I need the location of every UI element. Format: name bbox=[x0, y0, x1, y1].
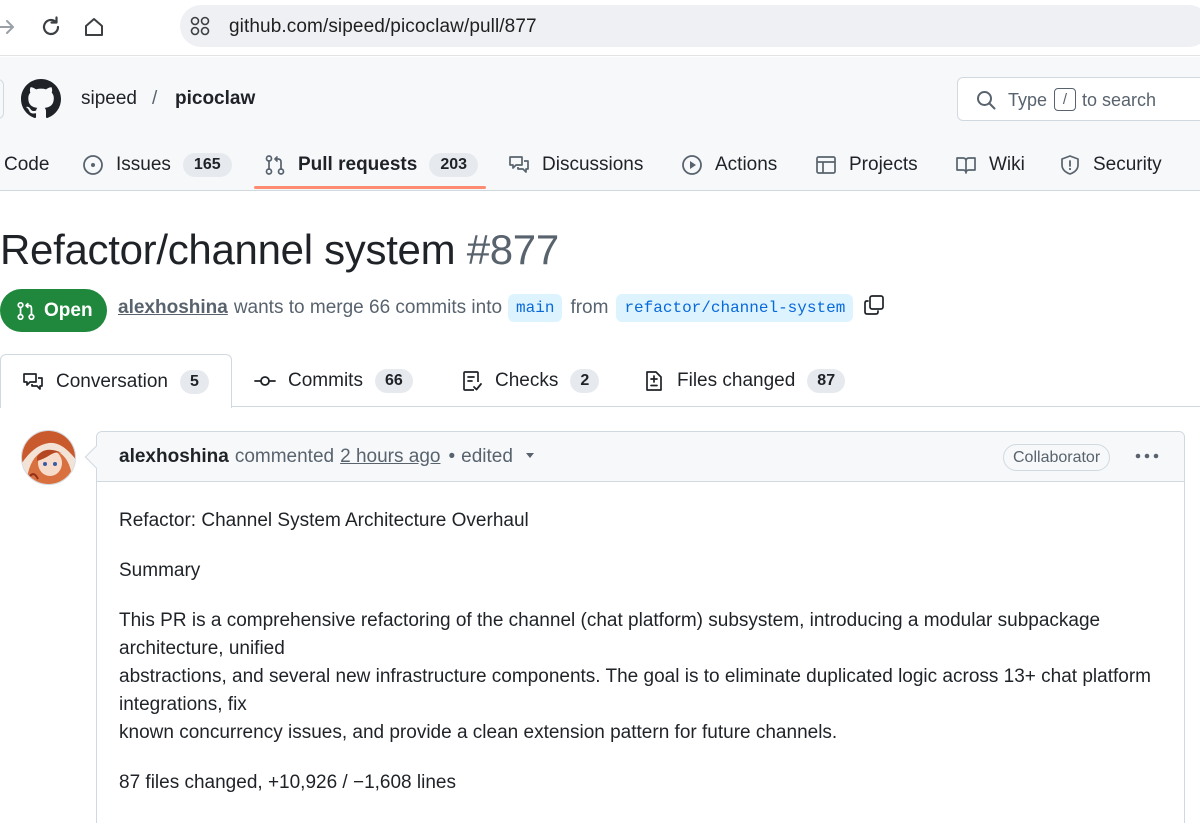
shield-icon bbox=[1059, 154, 1081, 176]
pull-request-icon bbox=[264, 154, 286, 176]
tab-discussions[interactable]: Discussions bbox=[508, 147, 643, 183]
search-icon bbox=[977, 91, 996, 110]
tab-label: Issues bbox=[116, 154, 171, 175]
book-icon bbox=[955, 154, 977, 176]
comment-discussion-icon bbox=[22, 371, 44, 393]
breadcrumb-repo[interactable]: picoclaw bbox=[175, 88, 255, 110]
tab-wiki[interactable]: Wiki bbox=[955, 147, 1025, 183]
comment-body: Refactor: Channel System Architecture Ov… bbox=[119, 507, 1159, 819]
tab-count: 5 bbox=[179, 369, 209, 394]
head-branch[interactable]: refactor/channel-system bbox=[616, 294, 854, 322]
tab-label: Commits bbox=[288, 369, 363, 391]
tab-count: 165 bbox=[182, 153, 232, 177]
tab-issues[interactable]: Issues 165 bbox=[82, 147, 232, 183]
tab-count: 87 bbox=[807, 368, 846, 393]
tab-label: Actions bbox=[715, 154, 778, 175]
repo-header: sipeed / picoclaw Type / to search Code … bbox=[0, 57, 1200, 191]
breadcrumb-separator: / bbox=[152, 88, 158, 109]
tab-label: Checks bbox=[495, 369, 559, 391]
kebab-menu-icon[interactable] bbox=[1133, 442, 1161, 470]
discussion-icon bbox=[508, 154, 530, 176]
tab-projects[interactable]: Projects bbox=[815, 147, 918, 183]
site-info-icon[interactable] bbox=[190, 16, 210, 36]
pr-meta: alexhoshina wants to merge 66 commits in… bbox=[118, 292, 885, 324]
pr-summary-text: wants to merge 66 commits into bbox=[233, 297, 503, 318]
forward-icon[interactable] bbox=[0, 13, 20, 41]
comment-paragraph: This PR is a comprehensive refactoring o… bbox=[119, 610, 1152, 743]
tab-label: Security bbox=[1093, 154, 1162, 175]
menu-button[interactable] bbox=[0, 79, 4, 119]
pr-number: #877 bbox=[466, 226, 560, 273]
commit-icon bbox=[254, 370, 276, 392]
play-icon bbox=[681, 154, 703, 176]
comment-action: commented bbox=[234, 446, 335, 467]
comment-stats: 87 files changed, +10,926 / −1,608 lines bbox=[119, 772, 456, 793]
pr-author-link[interactable]: alexhoshina bbox=[118, 297, 228, 319]
tab-label: Pull requests bbox=[298, 154, 418, 175]
issue-icon bbox=[82, 154, 104, 176]
tab-label: Files changed bbox=[677, 369, 796, 391]
comment-author[interactable]: alexhoshina bbox=[119, 446, 229, 468]
address-bar[interactable]: github.com/sipeed/picoclaw/pull/877 bbox=[180, 5, 1200, 47]
comment-caret bbox=[84, 445, 108, 469]
role-badge: Collaborator bbox=[1003, 444, 1111, 471]
browser-toolbar: github.com/sipeed/picoclaw/pull/877 bbox=[0, 0, 1200, 56]
tab-label: Conversation bbox=[56, 370, 168, 392]
comment-subheading: Summary bbox=[119, 560, 201, 581]
tab-label: Code bbox=[4, 154, 50, 175]
tab-code[interactable]: Code bbox=[4, 147, 49, 183]
tab-security[interactable]: Security bbox=[1059, 147, 1162, 183]
reload-icon[interactable] bbox=[37, 13, 65, 41]
pr-title-text: Refactor/channel system bbox=[0, 226, 456, 273]
github-logo-icon[interactable] bbox=[21, 79, 61, 119]
edited-label[interactable]: edited bbox=[461, 446, 513, 468]
copy-icon[interactable] bbox=[863, 294, 885, 322]
tab-actions[interactable]: Actions bbox=[681, 147, 777, 183]
home-icon[interactable] bbox=[80, 13, 108, 41]
chevron-down-icon[interactable] bbox=[523, 446, 537, 468]
comment-card: alexhoshina commented 2 hours ago • edit… bbox=[84, 431, 1185, 823]
search-placeholder-suffix: to search bbox=[1082, 90, 1157, 110]
search-input[interactable]: Type / to search bbox=[957, 77, 1200, 121]
breadcrumb-owner[interactable]: sipeed bbox=[81, 88, 137, 110]
search-shortcut-key: / bbox=[1054, 88, 1076, 111]
separator-dot: • bbox=[448, 446, 456, 467]
from-text: from bbox=[570, 297, 609, 318]
tab-count: 2 bbox=[570, 368, 600, 393]
status-badge: Open bbox=[0, 289, 107, 332]
page-title: Refactor/channel system #877 bbox=[0, 226, 559, 274]
avatar[interactable] bbox=[21, 430, 76, 485]
comment-timestamp[interactable]: 2 hours ago bbox=[340, 446, 440, 468]
tab-label: Projects bbox=[849, 154, 918, 175]
tab-label: Wiki bbox=[989, 154, 1025, 175]
table-icon bbox=[815, 154, 837, 176]
tab-label: Discussions bbox=[542, 154, 644, 175]
checklist-icon bbox=[461, 370, 483, 392]
address-url[interactable]: github.com/sipeed/picoclaw/pull/877 bbox=[229, 16, 537, 38]
file-diff-icon bbox=[643, 370, 665, 392]
comment-meta: alexhoshina commented 2 hours ago • edit… bbox=[119, 446, 537, 468]
base-branch[interactable]: main bbox=[508, 294, 563, 322]
tab-count: 66 bbox=[374, 368, 413, 393]
tab-count: 203 bbox=[429, 153, 479, 177]
tab-commits[interactable]: Commits 66 bbox=[254, 354, 413, 407]
comment-header: alexhoshina commented 2 hours ago • edit… bbox=[84, 432, 1184, 482]
comment-heading: Refactor: Channel System Architecture Ov… bbox=[119, 510, 529, 531]
tab-pull-requests[interactable]: Pull requests 203 bbox=[264, 147, 479, 183]
tab-files-changed[interactable]: Files changed 87 bbox=[643, 354, 846, 407]
pull-request-icon bbox=[17, 301, 35, 320]
tab-checks[interactable]: Checks 2 bbox=[461, 354, 600, 407]
search-placeholder-prefix: Type bbox=[1008, 90, 1048, 110]
active-tab-indicator bbox=[254, 186, 486, 189]
tab-conversation[interactable]: Conversation 5 bbox=[0, 354, 232, 408]
status-label: Open bbox=[44, 299, 93, 321]
